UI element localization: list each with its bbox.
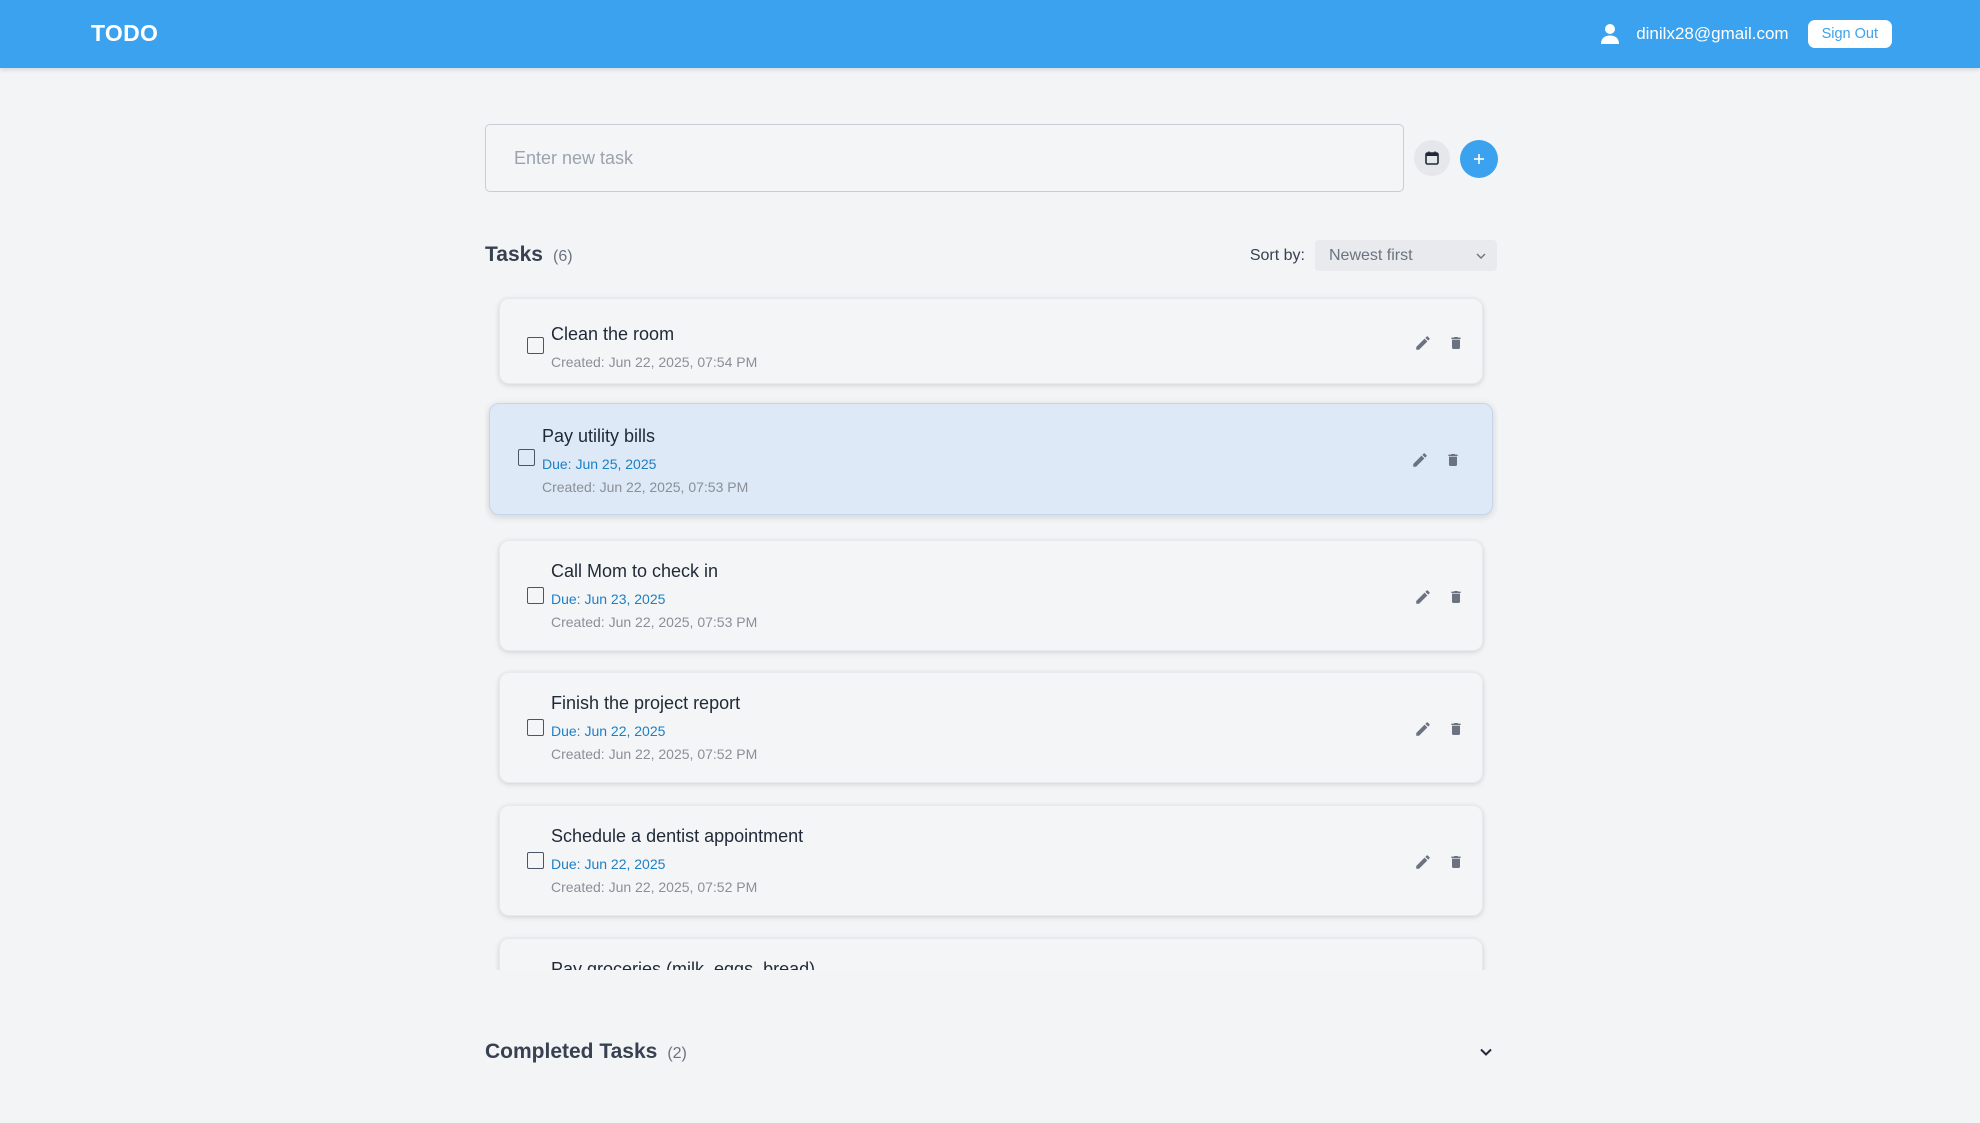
task-card[interactable]: Pay groceries (milk, eggs, bread) bbox=[499, 938, 1483, 970]
app-title: TODO bbox=[91, 20, 159, 46]
completed-count: (2) bbox=[667, 1045, 687, 1062]
delete-button[interactable] bbox=[1445, 851, 1467, 873]
task-checkbox[interactable] bbox=[527, 852, 544, 869]
task-card[interactable]: Call Mom to check in Due: Jun 23, 2025 C… bbox=[499, 540, 1483, 651]
task-created: Created: Jun 22, 2025, 07:53 PM bbox=[542, 479, 749, 495]
task-title: Pay groceries (milk, eggs, bread) bbox=[551, 959, 816, 970]
completed-header[interactable]: Completed Tasks (2) bbox=[485, 1040, 687, 1064]
completed-toggle-button[interactable] bbox=[1476, 1042, 1496, 1062]
task-title: Pay utility bills bbox=[542, 426, 656, 446]
edit-button[interactable] bbox=[1412, 332, 1434, 354]
task-title: Finish the project report bbox=[551, 693, 741, 713]
edit-button[interactable] bbox=[1412, 586, 1434, 608]
user-area: dinilx28@gmail.com Sign Out bbox=[1600, 0, 1892, 68]
sort-label: Sort by: bbox=[1249, 246, 1305, 264]
trash-icon bbox=[1445, 451, 1461, 469]
pencil-icon bbox=[1411, 451, 1429, 469]
task-title: Clean the room bbox=[551, 324, 675, 344]
delete-button[interactable] bbox=[1445, 332, 1467, 354]
task-due: Due: Jun 22, 2025 bbox=[551, 723, 666, 739]
task-created: Created: Jun 22, 2025, 07:52 PM bbox=[551, 879, 758, 895]
calendar-icon bbox=[1424, 150, 1440, 166]
user-email: dinilx28@gmail.com bbox=[1636, 24, 1789, 43]
sort-value: Newest first bbox=[1329, 246, 1413, 264]
add-task-button[interactable] bbox=[1460, 140, 1498, 178]
task-card[interactable]: Finish the project report Due: Jun 22, 2… bbox=[499, 672, 1483, 783]
task-title: Call Mom to check in bbox=[551, 561, 719, 581]
new-task-input[interactable] bbox=[485, 124, 1404, 192]
task-checkbox[interactable] bbox=[518, 449, 535, 466]
trash-icon bbox=[1448, 588, 1464, 606]
delete-button[interactable] bbox=[1442, 449, 1464, 471]
completed-title: Completed Tasks bbox=[485, 1040, 658, 1063]
sign-out-button[interactable]: Sign Out bbox=[1807, 20, 1892, 48]
task-created: Created: Jun 22, 2025, 07:53 PM bbox=[551, 614, 758, 630]
tasks-title: Tasks bbox=[485, 243, 543, 266]
tasks-count: (6) bbox=[553, 248, 573, 265]
task-due: Due: Jun 25, 2025 bbox=[542, 456, 657, 472]
task-created: Created: Jun 22, 2025, 07:54 PM bbox=[551, 354, 758, 370]
plus-icon bbox=[1472, 152, 1486, 166]
trash-icon bbox=[1448, 720, 1464, 738]
task-card[interactable]: Pay utility bills Due: Jun 25, 2025 Crea… bbox=[489, 403, 1493, 515]
pencil-icon bbox=[1414, 853, 1432, 871]
user-icon bbox=[1600, 23, 1620, 45]
sort-select[interactable]: Newest first bbox=[1315, 240, 1497, 271]
task-checkbox[interactable] bbox=[527, 719, 544, 736]
task-created: Created: Jun 22, 2025, 07:52 PM bbox=[551, 746, 758, 762]
task-due: Due: Jun 22, 2025 bbox=[551, 856, 666, 872]
tasks-header: Tasks (6) bbox=[485, 243, 573, 267]
trash-icon bbox=[1448, 334, 1464, 352]
delete-button[interactable] bbox=[1445, 586, 1467, 608]
edit-button[interactable] bbox=[1412, 718, 1434, 740]
due-date-button[interactable] bbox=[1414, 140, 1450, 176]
delete-button[interactable] bbox=[1445, 718, 1467, 740]
chevron-down-icon bbox=[1475, 252, 1487, 260]
task-due: Due: Jun 23, 2025 bbox=[551, 591, 666, 607]
sort-area: Sort by: Newest first bbox=[1250, 240, 1497, 271]
task-checkbox[interactable] bbox=[527, 587, 544, 604]
trash-icon bbox=[1448, 853, 1464, 871]
task-checkbox[interactable] bbox=[527, 337, 544, 354]
task-card[interactable]: Clean the room Created: Jun 22, 2025, 07… bbox=[499, 298, 1483, 384]
task-title: Schedule a dentist appointment bbox=[551, 826, 804, 846]
pencil-icon bbox=[1414, 334, 1432, 352]
edit-button[interactable] bbox=[1409, 449, 1431, 471]
pencil-icon bbox=[1414, 720, 1432, 738]
pencil-icon bbox=[1414, 588, 1432, 606]
task-card[interactable]: Schedule a dentist appointment Due: Jun … bbox=[499, 805, 1483, 916]
top-bar: TODO dinilx28@gmail.com Sign Out bbox=[0, 0, 1980, 68]
edit-button[interactable] bbox=[1412, 851, 1434, 873]
task-list: Clean the room Created: Jun 22, 2025, 07… bbox=[485, 290, 1498, 970]
chevron-down-icon bbox=[1479, 1047, 1493, 1057]
